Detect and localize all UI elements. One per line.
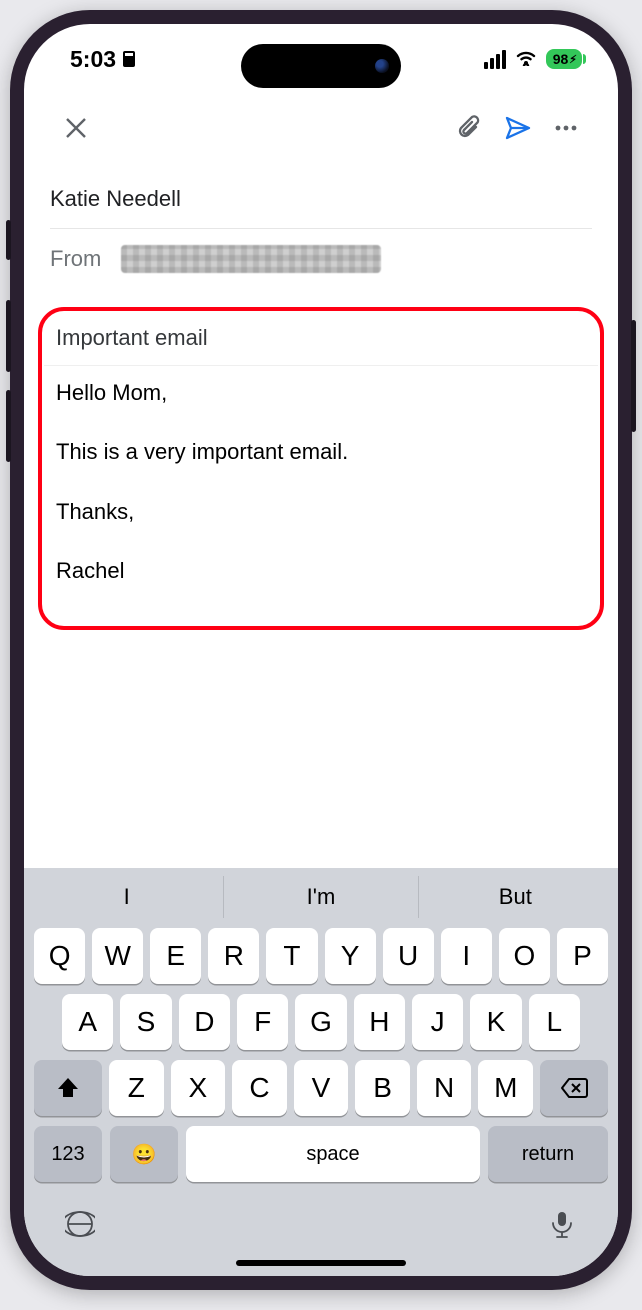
key-j[interactable]: J: [412, 994, 463, 1050]
send-button[interactable]: [494, 104, 542, 152]
from-label: From: [50, 246, 101, 272]
key-e[interactable]: E: [150, 928, 201, 984]
to-recipient: Katie Needell: [50, 186, 181, 211]
key-i[interactable]: I: [441, 928, 492, 984]
numbers-key[interactable]: 123: [34, 1126, 102, 1182]
iphone-frame: 5:03 98⚡︎: [10, 10, 632, 1290]
key-v[interactable]: V: [294, 1060, 349, 1116]
key-a[interactable]: A: [62, 994, 113, 1050]
key-d[interactable]: D: [179, 994, 230, 1050]
to-field[interactable]: Katie Needell: [24, 170, 618, 228]
emoji-key[interactable]: 😀: [110, 1126, 178, 1182]
key-row: Q W E R T Y U I O P: [30, 928, 612, 984]
key-u[interactable]: U: [383, 928, 434, 984]
key-k[interactable]: K: [470, 994, 521, 1050]
key-g[interactable]: G: [295, 994, 346, 1050]
attach-button[interactable]: [446, 104, 494, 152]
globe-key[interactable]: [58, 1202, 102, 1246]
more-button[interactable]: [542, 104, 590, 152]
space-key[interactable]: space: [186, 1126, 480, 1182]
compose-toolbar: [24, 94, 618, 170]
key-m[interactable]: M: [478, 1060, 533, 1116]
mic-icon: [547, 1209, 577, 1239]
suggestion[interactable]: But: [419, 876, 612, 918]
key-w[interactable]: W: [92, 928, 143, 984]
keyboard: I I'm But Q W E R T Y U I O P A S D F: [24, 868, 618, 1276]
power-button: [631, 320, 636, 432]
compose-area-highlight: Important email Hello Mom, This is a ver…: [38, 307, 604, 630]
key-r[interactable]: R: [208, 928, 259, 984]
screen: 5:03 98⚡︎: [24, 24, 618, 1276]
from-field[interactable]: From: [24, 229, 618, 289]
paperclip-icon: [456, 114, 484, 142]
key-z[interactable]: Z: [109, 1060, 164, 1116]
key-y[interactable]: Y: [325, 928, 376, 984]
key-row: 123 😀 space return: [30, 1126, 612, 1182]
send-icon: [504, 114, 532, 142]
shift-icon: [56, 1076, 80, 1100]
battery-indicator: 98⚡︎: [546, 49, 582, 69]
key-row: A S D F G H J K L: [30, 994, 612, 1050]
backspace-icon: [560, 1076, 588, 1100]
divider: [44, 365, 598, 366]
suggestion[interactable]: I: [30, 876, 224, 918]
status-time: 5:03: [70, 46, 116, 73]
close-button[interactable]: [52, 104, 100, 152]
email-body[interactable]: Hello Mom, This is a very important emai…: [54, 372, 588, 586]
subject-field[interactable]: Important email: [54, 319, 588, 365]
suggestion-bar: I I'm But: [30, 876, 612, 918]
key-h[interactable]: H: [354, 994, 405, 1050]
side-button: [6, 220, 11, 260]
close-icon: [65, 117, 87, 139]
battery-percent: 98: [553, 51, 569, 67]
key-f[interactable]: F: [237, 994, 288, 1050]
key-l[interactable]: L: [529, 994, 580, 1050]
return-key[interactable]: return: [488, 1126, 608, 1182]
key-b[interactable]: B: [355, 1060, 410, 1116]
shift-key[interactable]: [34, 1060, 102, 1116]
globe-icon: [65, 1209, 95, 1239]
from-address-redacted: [121, 245, 381, 273]
key-o[interactable]: O: [499, 928, 550, 984]
more-icon: [552, 114, 580, 142]
volume-down-button: [6, 390, 11, 462]
suggestion[interactable]: I'm: [224, 876, 418, 918]
home-indicator[interactable]: [236, 1260, 406, 1266]
key-n[interactable]: N: [417, 1060, 472, 1116]
key-row: Z X C V B N M: [30, 1060, 612, 1116]
sim-icon: [123, 51, 135, 67]
dictation-key[interactable]: [540, 1202, 584, 1246]
volume-up-button: [6, 300, 11, 372]
key-q[interactable]: Q: [34, 928, 85, 984]
key-t[interactable]: T: [266, 928, 317, 984]
cellular-icon: [484, 50, 506, 69]
backspace-key[interactable]: [540, 1060, 608, 1116]
wifi-icon: [514, 46, 538, 72]
key-c[interactable]: C: [232, 1060, 287, 1116]
dynamic-island: [241, 44, 401, 88]
key-p[interactable]: P: [557, 928, 608, 984]
key-s[interactable]: S: [120, 994, 171, 1050]
key-x[interactable]: X: [171, 1060, 226, 1116]
